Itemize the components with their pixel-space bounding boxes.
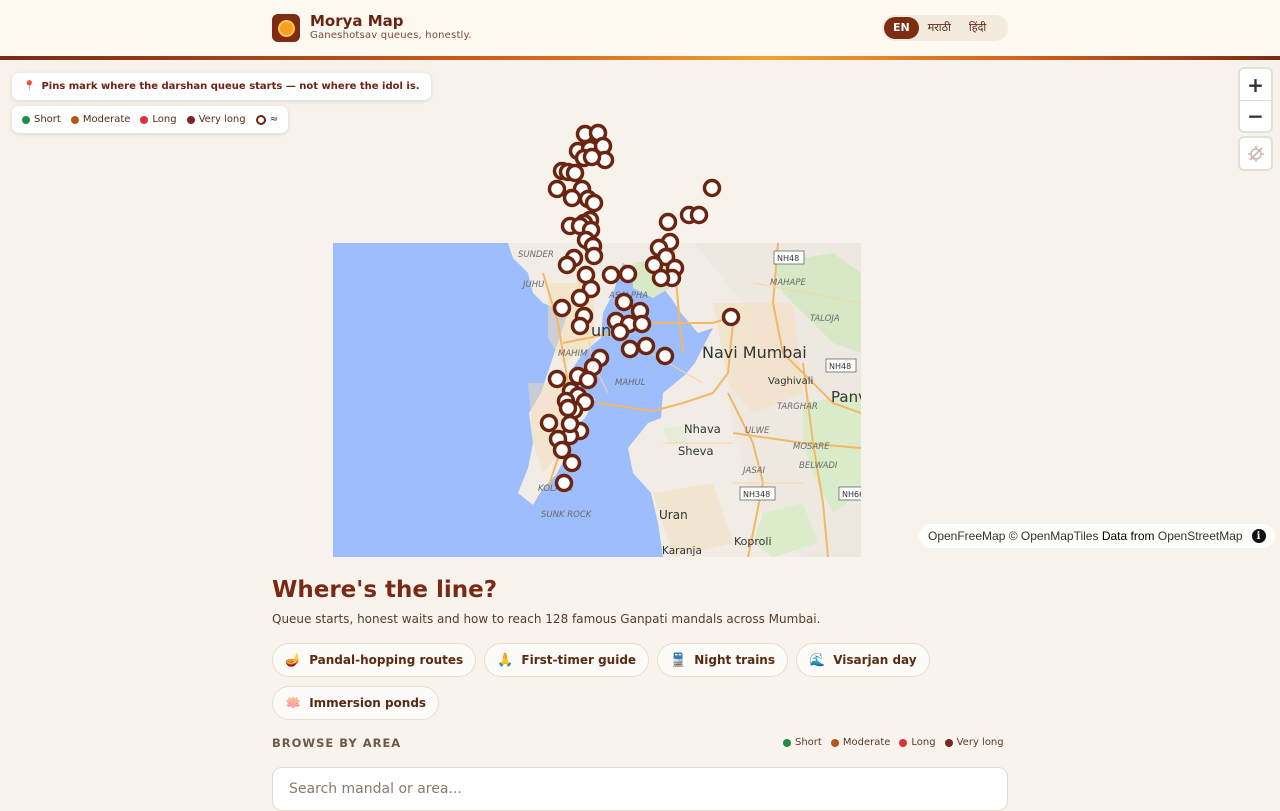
- mandal-pin[interactable]: [636, 336, 656, 356]
- browse-by-area-heading: BROWSE BY AREA: [272, 736, 402, 750]
- map-note: 📍 Pins mark where the darshan queue star…: [12, 73, 431, 100]
- status-dot-icon: [783, 738, 791, 747]
- mandal-pin[interactable]: [632, 314, 652, 334]
- mandal-pin[interactable]: [578, 370, 598, 390]
- page-title: Where's the line?: [272, 577, 498, 603]
- lang-en-button[interactable]: EN: [884, 17, 919, 39]
- mandal-pin[interactable]: [539, 413, 559, 433]
- map-legend: Short Moderate Long Very long ≈: [12, 106, 289, 133]
- lang-hindi-button[interactable]: हिंदी: [960, 17, 995, 39]
- legend-moderate: Moderate: [830, 737, 890, 748]
- openfreemap-link[interactable]: OpenFreeMap: [928, 529, 1005, 543]
- search-box: [272, 767, 1008, 811]
- info-icon[interactable]: i: [1251, 529, 1266, 543]
- locate-disabled-icon: [1247, 145, 1264, 162]
- openstreetmap-link[interactable]: OpenStreetMap: [1158, 529, 1243, 543]
- legend-short: Short: [22, 114, 61, 125]
- guide-chips: 🪔 Pandal-hopping routes 🙏 First-timer guid…: [272, 643, 1012, 720]
- chip-immersion-ponds[interactable]: 🪷 Immersion ponds: [272, 686, 440, 720]
- mandal-pin[interactable]: [570, 288, 590, 308]
- map-attribution: OpenFreeMap © OpenMapTiles Data from Ope…: [919, 524, 1275, 548]
- legend-long: Long: [140, 114, 177, 125]
- mandal-pin[interactable]: [601, 265, 621, 285]
- mandal-pin[interactable]: [584, 246, 604, 266]
- mandal-pin[interactable]: [558, 398, 578, 418]
- map-note-text: Pins mark where the darshan queue starts…: [41, 81, 420, 92]
- logo-icon[interactable]: [272, 14, 300, 42]
- mandal-pin[interactable]: [584, 193, 604, 213]
- diya-icon: 🪔: [285, 652, 302, 668]
- zoom-controls: + −: [1240, 69, 1271, 131]
- pin-icon: 📍: [23, 81, 36, 92]
- wave-icon: 🌊: [809, 652, 826, 668]
- mandal-pin[interactable]: [582, 147, 602, 167]
- mandal-pin[interactable]: [554, 473, 574, 493]
- app-title[interactable]: Morya Map: [310, 12, 404, 30]
- mandal-pin[interactable]: [689, 205, 709, 225]
- mandal-pin[interactable]: [552, 298, 572, 318]
- mandal-pin[interactable]: [547, 369, 567, 389]
- locate-button[interactable]: [1240, 138, 1271, 169]
- map-view[interactable]: Navi Mumbai Panvel Vaghivali Nhava Sheva…: [0, 60, 1280, 557]
- status-dot-icon: [830, 738, 839, 747]
- status-dot-icon: [140, 115, 149, 124]
- legend-short: Short: [783, 737, 822, 748]
- zoom-in-button[interactable]: +: [1240, 69, 1271, 100]
- openmaptiles-link[interactable]: © OpenMapTiles: [1009, 529, 1099, 543]
- mandal-pin[interactable]: [557, 255, 577, 275]
- mandal-pin[interactable]: [655, 346, 675, 366]
- page-lead: Queue starts, honest waits and how to re…: [272, 612, 821, 626]
- status-dot-icon: [186, 115, 195, 124]
- search-input[interactable]: [273, 768, 1007, 810]
- chip-pandal-hopping[interactable]: 🪔 Pandal-hopping routes: [272, 643, 477, 677]
- chip-first-timer[interactable]: 🙏 First-timer guide: [484, 643, 650, 677]
- mandal-pin[interactable]: [560, 414, 580, 434]
- status-dot-icon: [22, 115, 30, 124]
- mandal-pin[interactable]: [620, 339, 640, 359]
- lotus-icon: 🪷: [285, 695, 302, 711]
- legend-long: Long: [899, 737, 936, 748]
- legend-very-long: Very long: [186, 114, 246, 125]
- ring-icon: [255, 114, 266, 125]
- mandal-pin[interactable]: [702, 178, 722, 198]
- mandal-pin[interactable]: [658, 212, 678, 232]
- mandal-pin[interactable]: [570, 316, 590, 336]
- mandal-pin[interactable]: [721, 307, 741, 327]
- language-switcher: EN मराठी हिंदी: [882, 15, 1008, 41]
- mandal-pin[interactable]: [565, 163, 585, 183]
- app-subtitle: Ganeshotsav queues, honestly.: [310, 30, 472, 41]
- mandal-pin[interactable]: [610, 322, 630, 342]
- attribution-text: Data from: [1101, 529, 1155, 543]
- legend-estimate: ≈: [255, 114, 278, 125]
- mandal-pin[interactable]: [547, 179, 567, 199]
- lang-marathi-button[interactable]: मराठी: [919, 17, 960, 39]
- mandal-pin[interactable]: [562, 453, 582, 473]
- mandal-pin[interactable]: [614, 292, 634, 312]
- mandal-pins-layer[interactable]: [0, 60, 1280, 557]
- mandal-pin[interactable]: [618, 264, 638, 284]
- mandal-pin[interactable]: [651, 268, 671, 288]
- status-dot-icon: [899, 738, 908, 747]
- status-dot-icon: [944, 738, 953, 747]
- chip-night-trains[interactable]: 🚆 Night trains: [657, 643, 788, 677]
- zoom-out-button[interactable]: −: [1240, 100, 1271, 131]
- chip-visarjan-day[interactable]: 🌊 Visarjan day: [796, 643, 930, 677]
- folded-hands-icon: 🙏: [497, 652, 514, 668]
- area-legend: Short Moderate Long Very long: [783, 737, 1004, 748]
- app-header: Morya Map Ganeshotsav queues, honestly. …: [0, 0, 1280, 56]
- legend-moderate: Moderate: [70, 114, 130, 125]
- train-icon: 🚆: [670, 652, 687, 668]
- status-dot-icon: [70, 115, 79, 124]
- legend-very-long: Very long: [944, 737, 1004, 748]
- mandal-pin[interactable]: [562, 188, 582, 208]
